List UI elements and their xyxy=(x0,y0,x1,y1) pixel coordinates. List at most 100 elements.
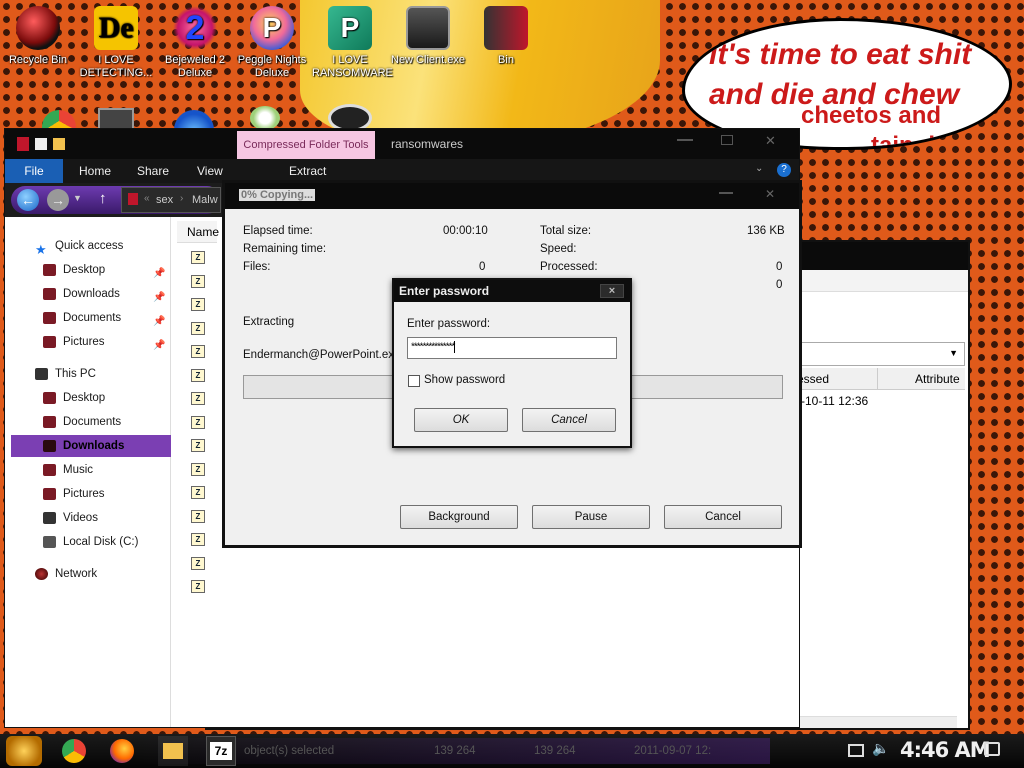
close-icon[interactable]: ✕ xyxy=(765,187,775,201)
elapsed-time-value: 00:00:10 xyxy=(443,225,488,237)
desktop-icon-bin[interactable]: Bin xyxy=(468,6,544,67)
tab-home[interactable]: Home xyxy=(79,164,111,178)
desktop-icon-peggle[interactable]: P Peggle Nights Deluxe xyxy=(234,6,310,80)
sidebar-item-pc-desktop[interactable]: Desktop xyxy=(5,387,170,409)
pin-icon[interactable]: 📌 xyxy=(153,287,165,309)
zip-file-icon[interactable]: Z xyxy=(191,368,205,382)
back-window-row-date: -10-11 12:36 xyxy=(801,394,869,408)
copy-dialog-titlebar[interactable]: 0% Copying... ✕ xyxy=(225,183,799,209)
sidebar-item-pc-music[interactable]: Music xyxy=(5,459,170,481)
sidebar-item-quick-access[interactable]: ★ Quick access xyxy=(5,235,170,257)
zip-file-icon[interactable]: Z xyxy=(191,580,205,593)
password-input[interactable]: *************** xyxy=(407,337,617,359)
zip-file-icon[interactable]: Z xyxy=(191,533,205,546)
folder-icon[interactable] xyxy=(53,138,65,150)
properties-icon[interactable] xyxy=(35,138,47,150)
firefox-icon[interactable] xyxy=(110,739,134,763)
volume-icon[interactable]: 🔈 xyxy=(872,740,889,757)
sidebar-label: Desktop xyxy=(63,264,106,276)
back-arrow-icon[interactable]: ← xyxy=(17,189,39,211)
zip-file-icon[interactable]: Z xyxy=(191,345,205,358)
close-icon[interactable]: × xyxy=(600,284,624,298)
zip-file-icon[interactable]: Z xyxy=(191,486,205,499)
sidebar-item-pictures[interactable]: Pictures 📌 xyxy=(5,331,170,353)
sidebar-item-downloads[interactable]: Downloads 📌 xyxy=(5,283,170,305)
zip-file-icon[interactable]: Z xyxy=(191,439,205,452)
desktop-icon-recycle-bin[interactable]: Recycle Bin xyxy=(0,6,76,67)
zip-file-icon[interactable]: Z xyxy=(191,415,205,429)
column-header-name[interactable]: Name xyxy=(177,221,219,243)
desktop-icon-bejeweled[interactable]: 2 Bejeweled 2 Deluxe xyxy=(157,6,233,80)
notification-icon[interactable] xyxy=(984,742,1000,756)
sidebar-item-desktop[interactable]: Desktop 📌 xyxy=(5,259,170,281)
minimize-icon[interactable] xyxy=(719,192,733,194)
maximize-icon[interactable] xyxy=(721,135,733,145)
ok-button[interactable]: OK xyxy=(414,408,508,432)
back-window-dropdown[interactable]: ▼ xyxy=(797,342,965,366)
flower-icon[interactable] xyxy=(250,106,280,130)
breadcrumb-icon xyxy=(128,193,138,205)
sidebar-label: Downloads xyxy=(63,440,125,452)
up-arrow-icon[interactable]: ↑ xyxy=(99,190,107,207)
desktop-icon-ransomware[interactable]: P I LOVE RANSOMWARE xyxy=(312,6,393,80)
sidebar-item-pc-downloads[interactable]: Downloads xyxy=(11,435,171,457)
sidebar-item-network[interactable]: Network xyxy=(5,563,170,585)
zip-file-icon[interactable]: Z xyxy=(191,462,205,476)
chevron-down-icon[interactable]: ⌄ xyxy=(755,163,763,174)
sidebar-item-pc-documents[interactable]: Documents xyxy=(5,411,170,433)
pin-icon[interactable]: 📌 xyxy=(153,335,165,357)
zip-file-icon[interactable]: Z xyxy=(191,298,205,311)
speed-label: Speed: xyxy=(540,243,577,255)
forward-arrow-icon[interactable]: → xyxy=(47,189,69,211)
pin-icon[interactable]: 📌 xyxy=(153,263,165,285)
tab-share[interactable]: Share xyxy=(137,164,169,178)
desktop-icon-detecting[interactable]: De I LOVE DETECTING... xyxy=(78,6,154,80)
pin-icon[interactable]: 📌 xyxy=(153,311,165,333)
tab-extract[interactable]: Extract xyxy=(289,164,326,178)
bejeweled-icon: 2 xyxy=(173,6,217,50)
background-button[interactable]: Background xyxy=(400,505,518,529)
explorer-titlebar[interactable]: Compressed Folder Tools ransomwares ✕ xyxy=(5,129,799,159)
tab-file[interactable]: File xyxy=(5,159,63,183)
help-icon[interactable]: ? xyxy=(777,163,791,177)
system-clock[interactable]: 4:46 AM xyxy=(900,738,991,762)
desktop-icon-new-client[interactable]: New Client.exe xyxy=(390,6,466,67)
close-icon[interactable]: ✕ xyxy=(765,133,776,149)
zip-file-icon[interactable]: Z xyxy=(191,274,205,288)
show-password-label[interactable]: Show password xyxy=(424,374,505,386)
password-input-value: *************** xyxy=(411,341,455,353)
pause-button[interactable]: Pause xyxy=(532,505,650,529)
zip-file-icon[interactable]: Z xyxy=(191,392,205,405)
cancel-button[interactable]: Cancel xyxy=(664,505,782,529)
cancel-button[interactable]: Cancel xyxy=(522,408,616,432)
minimize-icon[interactable] xyxy=(677,139,693,141)
zip-file-icon[interactable]: Z xyxy=(191,251,205,264)
breadcrumb-item[interactable]: Malw xyxy=(192,194,218,206)
show-password-checkbox[interactable] xyxy=(408,375,420,387)
explorer-taskbar-button[interactable] xyxy=(158,736,188,766)
sidebar-label: Local Disk (C:) xyxy=(63,536,139,548)
column-header-attribute[interactable]: Attribute xyxy=(915,372,960,386)
password-dialog[interactable]: Enter password × Enter password: *******… xyxy=(392,278,632,448)
sevenzip-taskbar-button[interactable]: 7z xyxy=(206,736,236,766)
downloads-icon xyxy=(43,440,56,452)
sidebar-item-documents[interactable]: Documents 📌 xyxy=(5,307,170,329)
start-button[interactable] xyxy=(6,736,42,766)
sidebar-item-local-disk[interactable]: Local Disk (C:) xyxy=(5,531,170,553)
chevron-down-icon[interactable]: ▼ xyxy=(73,193,82,203)
tab-view[interactable]: View xyxy=(197,164,223,178)
address-bar[interactable]: « sex › Malw xyxy=(121,187,221,213)
network-tray-icon[interactable] xyxy=(848,744,864,757)
compressed-folder-tools-tab[interactable]: Compressed Folder Tools xyxy=(237,131,375,159)
star-icon: ★ xyxy=(35,242,47,257)
sidebar-item-this-pc[interactable]: This PC xyxy=(5,363,170,385)
zip-file-icon[interactable]: Z xyxy=(191,509,205,523)
password-dialog-titlebar[interactable]: Enter password × xyxy=(394,280,630,302)
zip-file-icon[interactable]: Z xyxy=(191,556,205,570)
sidebar-item-pc-videos[interactable]: Videos xyxy=(5,507,170,529)
chrome-icon[interactable] xyxy=(62,739,86,763)
breadcrumb-item[interactable]: sex xyxy=(156,194,173,206)
sidebar-item-pc-pictures[interactable]: Pictures xyxy=(5,483,170,505)
zip-file-icon[interactable]: Z xyxy=(191,321,205,335)
sevenzip-icon: 7z xyxy=(210,742,232,760)
